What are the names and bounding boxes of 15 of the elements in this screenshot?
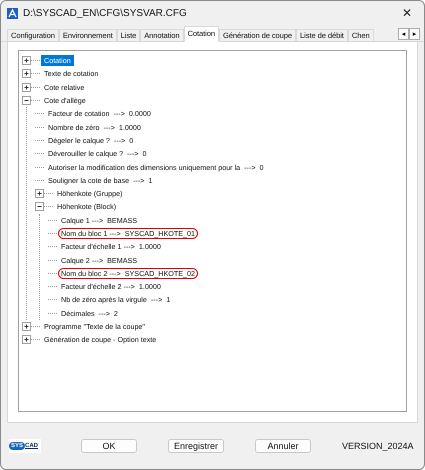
- version-label: VERSION_2024A: [342, 441, 414, 451]
- dialog-button[interactable]: Annuler: [255, 439, 311, 453]
- close-button[interactable]: ✕: [396, 6, 418, 20]
- expand-icon[interactable]: [22, 335, 31, 344]
- expand-icon[interactable]: [22, 56, 31, 66]
- collapse-icon[interactable]: [22, 96, 31, 106]
- app-icon: [7, 8, 18, 18]
- dialog-button[interactable]: OK: [81, 439, 137, 453]
- dialog-button[interactable]: Enregistrer: [168, 439, 224, 453]
- expand-icon[interactable]: [35, 189, 44, 198]
- window-title: D:\SYSCAD_EN\CFG\SYSVAR.CFG: [23, 8, 188, 18]
- expand-icon[interactable]: [22, 69, 31, 78]
- expand-icon[interactable]: [22, 322, 31, 332]
- expand-icon[interactable]: [22, 82, 31, 92]
- collapse-icon[interactable]: [35, 202, 44, 212]
